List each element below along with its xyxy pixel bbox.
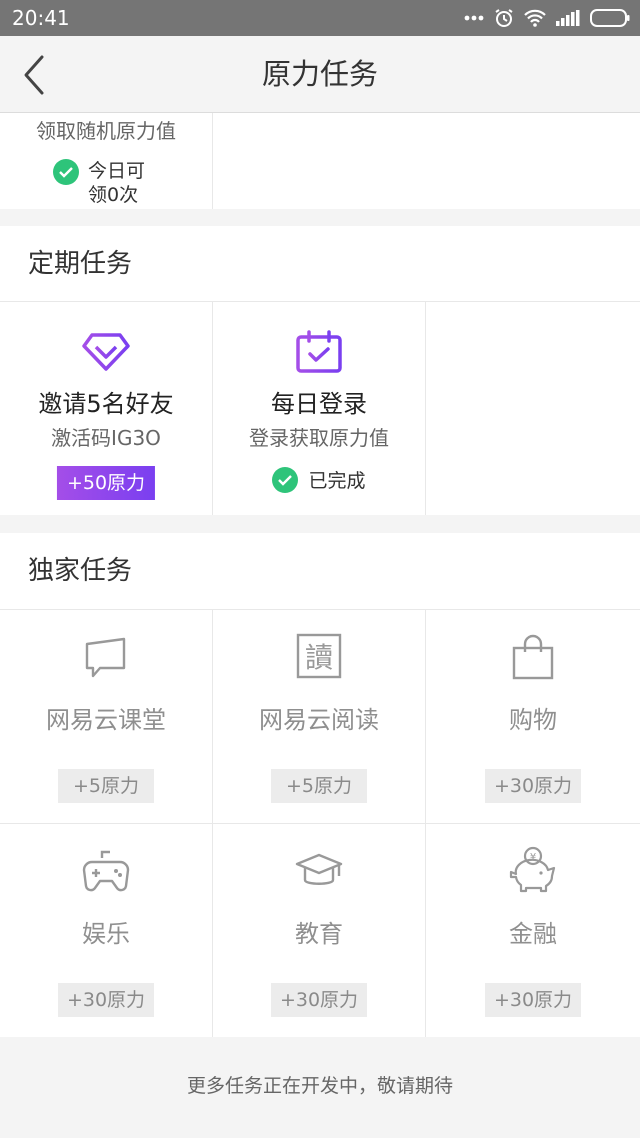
task-name: 购物 bbox=[509, 706, 557, 734]
footer-note: 更多任务正在开发中，敬请期待 bbox=[0, 1037, 640, 1138]
reward-badge: +30原力 bbox=[485, 983, 581, 1017]
exclusive-task-course[interactable]: 网易云课堂 +5原力 bbox=[0, 610, 213, 823]
reward-badge: +30原力 bbox=[271, 983, 367, 1017]
page-title: 原力任务 bbox=[261, 57, 378, 91]
empty-cell bbox=[213, 113, 426, 209]
exclusive-task-finance[interactable]: ¥ 金融 +30原力 bbox=[426, 824, 640, 1037]
exclusive-task-grid: 网易云课堂 +5原力 讀 网易云阅读 +5原力 购物 +30原力 娱乐 +30原… bbox=[0, 610, 640, 1037]
reward-badge: +5原力 bbox=[58, 769, 154, 803]
read-icon: 讀 bbox=[296, 633, 342, 683]
invite-code: 激活码IG3O bbox=[51, 426, 161, 450]
piggy-bank-icon: ¥ bbox=[508, 846, 558, 898]
wifi-icon bbox=[524, 9, 546, 27]
signal-icon bbox=[556, 10, 580, 26]
exclusive-task-read[interactable]: 讀 网易云阅读 +5原力 bbox=[213, 610, 426, 823]
exclusive-task-shopping[interactable]: 购物 +30原力 bbox=[426, 610, 640, 823]
task-name: 网易云课堂 bbox=[46, 706, 166, 734]
task-name: 邀请5名好友 bbox=[38, 390, 174, 418]
back-button[interactable] bbox=[18, 54, 58, 96]
check-circle-icon bbox=[272, 466, 299, 493]
reward-badge: +50原力 bbox=[56, 466, 156, 500]
diamond-icon bbox=[82, 332, 130, 376]
reward-badge: +5原力 bbox=[271, 769, 367, 803]
reward-badge: +30原力 bbox=[58, 983, 154, 1017]
chevron-left-icon bbox=[24, 55, 44, 95]
task-name: 每日登录 bbox=[271, 390, 367, 418]
random-reward-task[interactable]: 领取随机原力值 今日可 领0次 bbox=[0, 113, 213, 209]
battery-icon bbox=[590, 9, 630, 27]
check-circle-icon bbox=[53, 159, 79, 185]
reward-badge: +30原力 bbox=[485, 769, 581, 803]
invite-friends-task[interactable]: 邀请5名好友 激活码IG3O +50原力 bbox=[0, 302, 213, 515]
shopping-bag-icon bbox=[511, 634, 555, 684]
svg-text:讀: 讀 bbox=[305, 641, 333, 674]
graduation-cap-icon bbox=[295, 852, 343, 896]
exclusive-section-title: 独家任务 bbox=[0, 533, 640, 609]
task-name: 网易云阅读 bbox=[259, 706, 379, 734]
exclusive-task-entertainment[interactable]: 娱乐 +30原力 bbox=[0, 824, 213, 1037]
nav-bar: 原力任务 bbox=[0, 36, 640, 113]
more-icon bbox=[464, 15, 484, 21]
task-subtitle: 领取随机原力值 bbox=[36, 119, 176, 143]
task-name: 教育 bbox=[295, 920, 343, 948]
status-bar: 20:41 bbox=[0, 0, 640, 36]
task-subtitle: 登录获取原力值 bbox=[249, 426, 389, 450]
random-reward-panel: 领取随机原力值 今日可 领0次 bbox=[0, 113, 640, 209]
status-icons bbox=[464, 8, 630, 28]
svg-text:¥: ¥ bbox=[530, 852, 536, 863]
chat-icon bbox=[84, 636, 128, 684]
gamepad-icon bbox=[82, 848, 130, 898]
exclusive-task-education[interactable]: 教育 +30原力 bbox=[213, 824, 426, 1037]
empty-cell bbox=[426, 302, 640, 515]
remaining-count: 今日可 领0次 bbox=[88, 160, 146, 206]
periodic-task-grid: 邀请5名好友 激活码IG3O +50原力 每日登录 登录获取原力值 已完成 bbox=[0, 302, 640, 515]
calendar-check-icon bbox=[295, 330, 343, 378]
alarm-icon bbox=[495, 9, 513, 27]
status-time: 20:41 bbox=[12, 6, 70, 30]
daily-login-task[interactable]: 每日登录 登录获取原力值 已完成 bbox=[213, 302, 426, 515]
periodic-section-title: 定期任务 bbox=[0, 226, 640, 302]
task-name: 金融 bbox=[509, 920, 557, 948]
completed-status: 已完成 bbox=[213, 466, 425, 493]
task-name: 娱乐 bbox=[82, 920, 130, 948]
